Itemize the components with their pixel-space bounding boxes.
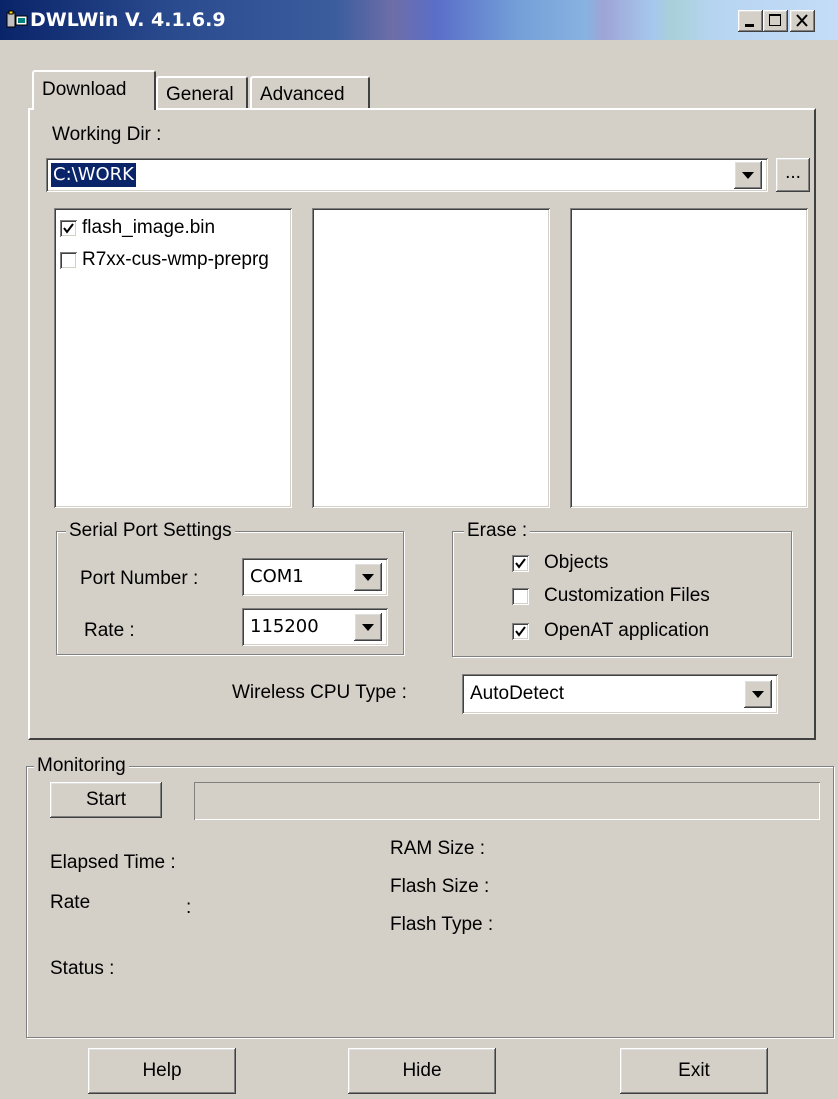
working-dir-dropdown-button[interactable]: [734, 161, 762, 189]
chevron-down-icon: [752, 691, 764, 698]
help-button-label: Help: [142, 1060, 182, 1081]
elapsed-time-label: Elapsed Time :: [50, 852, 176, 873]
port-number-select[interactable]: COM1: [242, 558, 388, 596]
rate-label: Rate :: [84, 620, 135, 641]
cpu-type-label: Wireless CPU Type :: [232, 682, 407, 703]
tab-general-label: General: [166, 84, 234, 105]
erase-objects-checkbox[interactable]: [512, 555, 529, 572]
browse-button[interactable]: ...: [776, 158, 810, 192]
erase-legend: Erase :: [464, 520, 531, 542]
chevron-down-icon: [362, 624, 374, 631]
tab-download[interactable]: Download: [32, 70, 156, 110]
tab-advanced-label: Advanced: [260, 84, 345, 105]
hide-button[interactable]: Hide: [348, 1048, 496, 1094]
tab-general[interactable]: General: [156, 76, 248, 110]
minimize-icon: [745, 24, 754, 27]
cpu-type-select[interactable]: AutoDetect: [462, 674, 778, 714]
checkmark-icon: [515, 626, 526, 637]
checkmark-icon: [63, 223, 74, 234]
title-bar[interactable]: DWLWin V. 4.1.6.9: [0, 0, 838, 40]
chevron-down-icon: [362, 574, 374, 581]
list-item[interactable]: R7xx-cus-wmp-preprg: [58, 248, 288, 272]
erase-customization-option[interactable]: Customization Files: [510, 585, 780, 609]
rate-value: 115200: [250, 616, 319, 637]
status-label: Status :: [50, 958, 115, 979]
erase-customization-checkbox[interactable]: [512, 588, 529, 605]
cpu-type-dropdown-button[interactable]: [744, 680, 772, 708]
port-number-label: Port Number :: [80, 568, 199, 589]
file-checkbox-r7xx[interactable]: [60, 252, 77, 269]
erase-openat-label: OpenAT application: [544, 620, 710, 641]
chevron-down-icon: [742, 172, 754, 179]
file-list-middle[interactable]: [312, 208, 550, 508]
hide-button-label: Hide: [402, 1060, 442, 1081]
working-dir-combo[interactable]: C:\WORK: [46, 158, 768, 192]
active-tab-joiner: [34, 107, 152, 111]
port-number-value: COM1: [250, 566, 304, 587]
start-button-label: Start: [85, 789, 127, 810]
exit-button-label: Exit: [678, 1060, 710, 1081]
working-dir-value[interactable]: C:\WORK: [51, 163, 136, 187]
start-button[interactable]: Start: [50, 782, 162, 818]
progress-bar: [194, 782, 820, 820]
port-number-dropdown-button[interactable]: [354, 563, 382, 591]
working-dir-label: Working Dir :: [52, 124, 162, 145]
erase-openat-checkbox[interactable]: [512, 623, 529, 640]
file-name: R7xx-cus-wmp-preprg: [82, 249, 269, 270]
ram-size-label: RAM Size :: [390, 838, 486, 859]
help-button[interactable]: Help: [88, 1048, 236, 1094]
close-button[interactable]: [790, 10, 815, 32]
file-list-right[interactable]: [570, 208, 808, 508]
browse-button-label: ...: [785, 162, 801, 183]
close-icon: [796, 14, 808, 27]
tab-advanced[interactable]: Advanced: [250, 76, 370, 110]
flash-type-label: Flash Type :: [390, 914, 494, 935]
app-icon: [6, 10, 28, 30]
rate-dropdown-button[interactable]: [354, 613, 382, 641]
flash-size-label: Flash Size :: [390, 876, 490, 897]
window-title: DWLWin V. 4.1.6.9: [30, 9, 226, 31]
monitoring-legend: Monitoring: [34, 755, 129, 777]
file-checkbox-flash-image[interactable]: [60, 220, 77, 237]
erase-openat-option[interactable]: OpenAT application: [510, 620, 780, 644]
list-item[interactable]: flash_image.bin: [58, 216, 288, 240]
tab-download-label: Download: [42, 79, 127, 100]
cpu-type-value: AutoDetect: [470, 683, 564, 704]
erase-objects-option[interactable]: Objects: [510, 552, 780, 576]
monitoring-rate-colon: :: [186, 897, 192, 918]
monitoring-rate-label: Rate: [50, 892, 91, 913]
file-list[interactable]: flash_image.bin R7xx-cus-wmp-preprg: [54, 208, 292, 508]
maximize-icon: [769, 14, 781, 26]
erase-customization-label: Customization Files: [544, 585, 710, 606]
minimize-button[interactable]: [738, 10, 763, 32]
file-name: flash_image.bin: [82, 217, 216, 238]
rate-select[interactable]: 115200: [242, 608, 388, 646]
erase-objects-label: Objects: [544, 552, 609, 573]
checkmark-icon: [515, 558, 526, 569]
serial-port-settings-legend: Serial Port Settings: [66, 520, 235, 542]
exit-button[interactable]: Exit: [620, 1048, 768, 1094]
maximize-button[interactable]: [763, 10, 788, 32]
